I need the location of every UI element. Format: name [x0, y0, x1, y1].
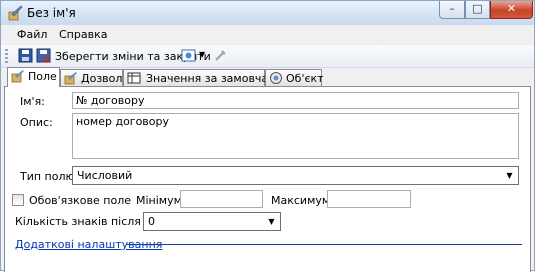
required-checkbox[interactable]: [12, 194, 24, 206]
permissions-icon: [64, 72, 77, 85]
dropdown-arrow-icon[interactable]: ▼: [199, 50, 205, 59]
name-label: Ім'я:: [20, 95, 45, 108]
menu-file[interactable]: Файл: [17, 28, 47, 41]
dialog-window: Без ім'я – □ ✕ Файл Справка Зберегти змі…: [0, 0, 535, 272]
toolbar: Зберегти зміни та закрити ▼: [1, 45, 534, 68]
close-button[interactable]: ✕: [490, 1, 533, 19]
field-type-label: Тип полю:: [20, 170, 79, 183]
max-label: Максимум:: [271, 194, 334, 207]
decimals-select[interactable]: 0 ▼: [143, 212, 281, 231]
min-label: Мінімум:: [136, 194, 186, 207]
description-label: Опис:: [20, 116, 53, 129]
field-type-value: Числовий: [77, 169, 133, 182]
menu-help[interactable]: Справка: [59, 28, 107, 41]
object-icon: [270, 72, 282, 84]
save-close-icon[interactable]: [36, 48, 51, 63]
title-bar[interactable]: Без ім'я – □ ✕: [1, 1, 534, 25]
tab-default-value[interactable]: Значення за замовчанням: [123, 69, 297, 86]
max-input[interactable]: [327, 190, 411, 208]
chevron-down-icon: ▼: [506, 171, 513, 180]
name-input[interactable]: № договору: [72, 92, 519, 109]
field-panel: Ім'я: № договору Опис: номер договору Ти…: [4, 86, 531, 272]
tab-permissions[interactable]: Дозволи: [60, 69, 130, 86]
form-view-icon[interactable]: [181, 48, 196, 63]
app-icon: [8, 5, 23, 21]
tab-field[interactable]: Поле: [7, 67, 60, 87]
toolbar-grip[interactable]: [5, 49, 8, 63]
maximize-button[interactable]: □: [465, 1, 490, 19]
minimize-button[interactable]: –: [439, 1, 465, 19]
save-icon[interactable]: [18, 48, 33, 63]
decimals-value: 0: [148, 215, 155, 228]
table-icon: [127, 72, 141, 84]
window-title: Без ім'я: [27, 6, 76, 20]
min-input[interactable]: [180, 190, 263, 208]
description-input[interactable]: номер договору: [72, 113, 519, 159]
tab-object[interactable]: Об'єкт: [265, 69, 324, 86]
tab-strip: Поле Дозволи Значення за замовчанням Об'…: [1, 67, 534, 87]
section-separator: [127, 244, 522, 245]
required-label[interactable]: Обов'язкове поле: [29, 194, 131, 207]
menu-bar: Файл Справка: [1, 25, 534, 45]
chevron-down-icon: ▼: [268, 217, 275, 226]
field-type-select[interactable]: Числовий ▼: [72, 166, 519, 185]
tools-icon[interactable]: [213, 48, 228, 63]
field-icon: [11, 70, 24, 83]
